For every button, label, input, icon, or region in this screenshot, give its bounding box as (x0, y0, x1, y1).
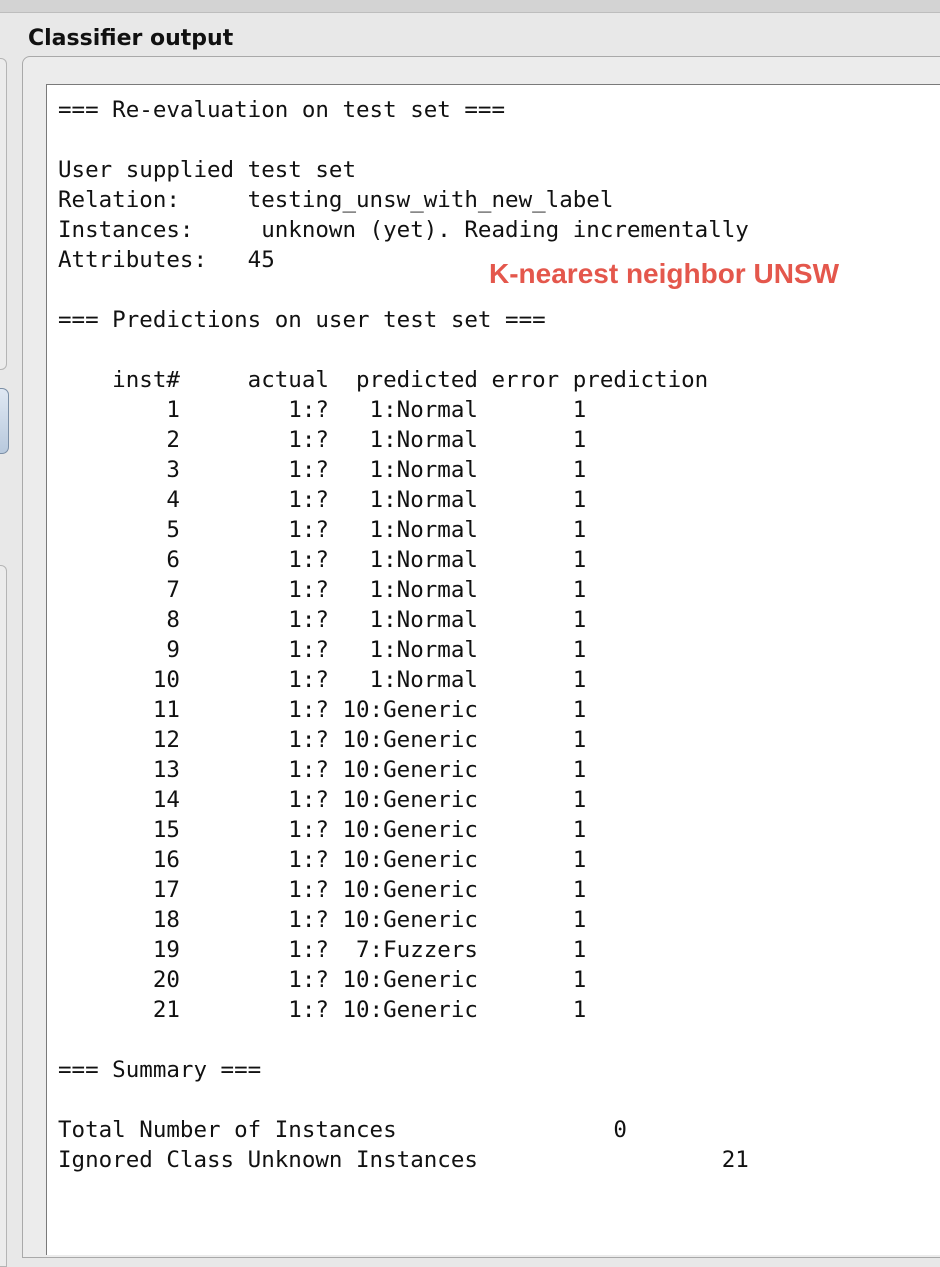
table-header: inst# actual predicted error prediction (58, 367, 709, 393)
table-row: 11 1:? 10:Generic 1 (58, 697, 587, 723)
table-row: 21 1:? 10:Generic 1 (58, 997, 587, 1023)
table-row: 17 1:? 10:Generic 1 (58, 877, 587, 903)
section-header: === Predictions on user test set === (58, 307, 546, 333)
meta-line: Attributes: 45 (58, 247, 275, 273)
table-row: 2 1:? 1:Normal 1 (58, 427, 587, 453)
section-header: === Re-evaluation on test set === (58, 97, 506, 123)
top-strip (0, 0, 940, 13)
table-row: 20 1:? 10:Generic 1 (58, 967, 587, 993)
table-row: 9 1:? 1:Normal 1 (58, 637, 587, 663)
table-row: 4 1:? 1:Normal 1 (58, 487, 587, 513)
table-row: 13 1:? 10:Generic 1 (58, 757, 587, 783)
table-row: 5 1:? 1:Normal 1 (58, 517, 587, 543)
table-row: 16 1:? 10:Generic 1 (58, 847, 587, 873)
annotation-label: K-nearest neighbor UNSW (489, 258, 840, 289)
table-row: 6 1:? 1:Normal 1 (58, 547, 587, 573)
panel-title: Classifier output (28, 26, 234, 51)
table-row: 8 1:? 1:Normal 1 (58, 607, 587, 633)
table-row: 12 1:? 10:Generic 1 (58, 727, 587, 753)
left-panel-button[interactable] (0, 388, 9, 454)
table-row: 10 1:? 1:Normal 1 (58, 667, 587, 693)
meta-line: Relation: testing_unsw_with_new_label (58, 187, 614, 213)
table-row: 15 1:? 10:Generic 1 (58, 817, 587, 843)
left-panel-edge (0, 58, 7, 370)
table-row: 1 1:? 1:Normal 1 (58, 397, 587, 423)
table-row: 7 1:? 1:Normal 1 (58, 577, 587, 603)
meta-line: Instances: unknown (yet). Reading increm… (58, 217, 749, 243)
classifier-output-text: === Re-evaluation on test set === User s… (58, 95, 749, 1175)
table-row: 18 1:? 10:Generic 1 (58, 907, 587, 933)
summary-line: Ignored Class Unknown Instances 21 (58, 1147, 749, 1173)
table-row: 19 1:? 7:Fuzzers 1 (58, 937, 587, 963)
meta-line: User supplied test set (58, 157, 357, 183)
section-header: === Summary === (58, 1057, 262, 1083)
table-row: 14 1:? 10:Generic 1 (58, 787, 587, 813)
table-row: 3 1:? 1:Normal 1 (58, 457, 587, 483)
summary-line: Total Number of Instances 0 (58, 1117, 627, 1143)
left-panel-edge-lower (0, 565, 7, 1267)
